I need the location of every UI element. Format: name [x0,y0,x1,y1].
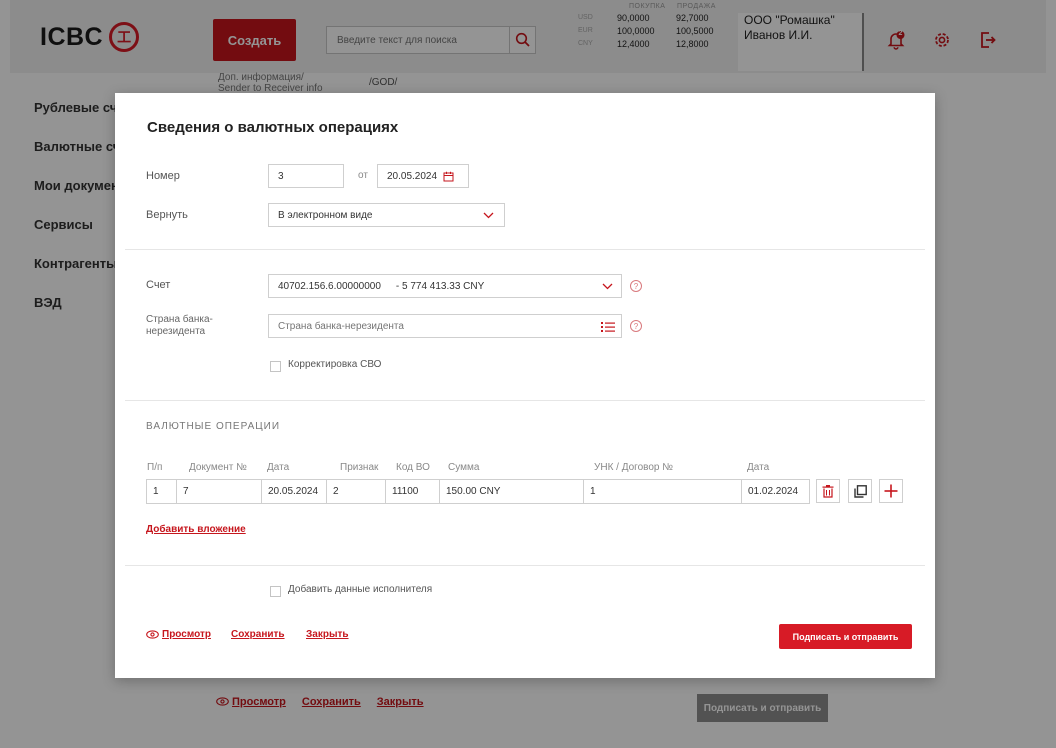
add-executor-checkbox[interactable] [270,586,281,597]
bank-country-label-line2: нерезидента [146,326,206,337]
delete-row-icon[interactable] [816,479,840,503]
cell-code[interactable]: 11100 [385,479,439,504]
column-header-document: Документ № [189,462,247,473]
add-attachment-link[interactable]: Добавить вложение [146,524,246,535]
cell-date[interactable]: 20.05.2024 [261,479,326,504]
preview-label: Просмотр [162,629,211,640]
operations-section-title: ВАЛЮТНЫЕ ОПЕРАЦИИ [146,421,281,432]
dialog-title: Сведения о валютных операциях [147,119,399,136]
cell-amount[interactable]: 150.00 CNY [439,479,583,504]
return-label: Вернуть [146,209,188,221]
chevron-down-icon [483,212,494,219]
column-header-code: Код ВО [396,462,430,473]
chevron-down-icon [602,283,613,290]
bank-country-input[interactable] [278,320,621,332]
add-row-icon[interactable] [879,479,903,503]
column-header-contract: УНК / Договор № [594,462,673,473]
eye-icon [146,630,159,639]
list-icon[interactable] [601,321,615,332]
account-label: Счет [146,279,171,291]
cell-index[interactable]: 1 [146,479,176,504]
divider [125,249,925,250]
return-select[interactable]: В электронном виде [268,203,505,227]
cell-contract[interactable]: 1 [583,479,741,504]
column-header-amount: Сумма [448,462,480,473]
divider [125,565,925,566]
currency-operations-dialog: Сведения о валютных операциях Номер 3 от… [115,93,935,678]
bank-country-label-line1: Страна банка- [146,314,213,325]
date-field[interactable]: 20.05.2024 [377,164,469,188]
close-link[interactable]: Закрыть [306,629,349,640]
cell-contract-date[interactable]: 01.02.2024 [741,479,810,504]
divider [125,400,925,401]
number-label: Номер [146,170,180,182]
return-value: В электронном виде [278,209,373,221]
calendar-icon[interactable] [443,171,454,182]
sign-and-send-button[interactable]: Подписать и отправить [779,624,912,649]
add-executor-label: Добавить данные исполнителя [288,584,433,595]
bank-country-label: Страна банка- нерезидента [146,314,213,338]
account-help-icon[interactable]: ? [630,280,642,292]
cell-sign[interactable]: 2 [326,479,385,504]
number-value: 3 [278,170,284,182]
date-value: 20.05.2024 [387,170,438,182]
correction-checkbox[interactable] [270,361,281,372]
cell-document-number[interactable]: 7 [176,479,261,504]
column-header-index: П/п [147,462,163,473]
correction-label: Корректировка СВО [288,359,382,370]
preview-link[interactable]: Просмотр [146,629,211,640]
from-label: от [358,170,368,181]
column-header-date: Дата [267,462,290,473]
account-balance: - 5 774 413.33 CNY [395,280,485,292]
bank-country-field[interactable] [268,314,622,338]
number-field[interactable]: 3 [268,164,344,188]
bank-country-help-icon[interactable]: ? [630,320,642,332]
column-header-contract-date: Дата [747,462,770,473]
account-select[interactable]: 40702.156.6.00000000 - 5 774 413.33 CNY [268,274,622,298]
account-number: 40702.156.6.00000000 [278,280,381,292]
save-link[interactable]: Сохранить [231,629,285,640]
copy-row-icon[interactable] [848,479,872,503]
column-header-sign: Признак [340,462,379,473]
